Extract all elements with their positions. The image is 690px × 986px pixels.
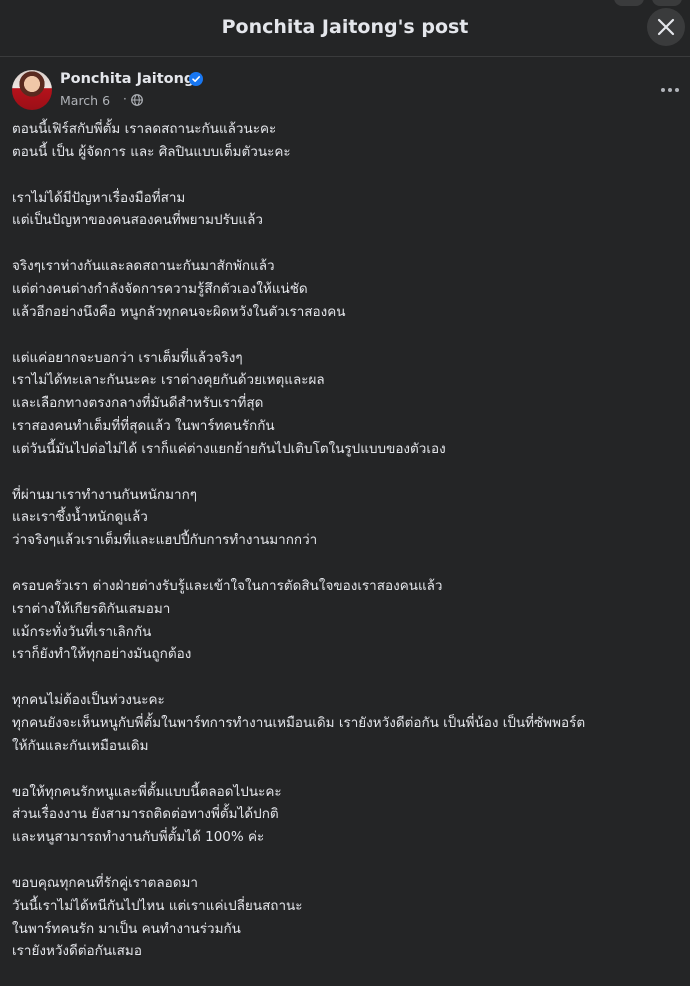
post-paragraph: ทุกคนไม่ต้องเป็นห่วงนะคะทุกคนยังจะเห็นหน…: [12, 689, 678, 757]
post-text-line: แล้วอีกอย่างนึงคือ หนูกลัวทุกคนจะผิดหวัง…: [12, 303, 346, 320]
post-paragraph: จริงๆเราห่างกันและลดสถานะกันมาสักพักแล้ว…: [12, 255, 678, 323]
post-paragraph: ขอบคุณทุกคนที่รักคู่เราตลอดมาวันนี้เราไม…: [12, 872, 678, 963]
post-text-line: เราไม่ได้มีปัญหาเรื่องมือที่สาม: [12, 189, 186, 206]
post-body: ตอนนี้เฟิร์สกับพี่ตั้ม เราลดสถานะกันแล้ว…: [12, 118, 678, 986]
post-text-line: ที่ผ่านมาเราทำงานกันหนักมากๆ: [12, 486, 198, 503]
post-text-line: เรายังหวังดีต่อกันเสมอ: [12, 943, 142, 960]
post-text-line: เราไม่ได้ทะเลาะกันนะคะ เราต่างคุยกันด้วย…: [12, 372, 325, 389]
post-text-line: แต่แค่อยากจะบอกว่า เราเต็มที่แล้วจริงๆ: [12, 349, 243, 366]
post-text-line: และเลือกทางตรงกลางที่มันดีสำหรับเราที่สุ…: [12, 395, 264, 412]
post-text-line: แต่เป็นปัญหาของคนสองคนที่พยามปรับแล้ว: [12, 212, 263, 229]
messenger-button-stub[interactable]: [614, 0, 644, 6]
close-button[interactable]: [647, 8, 685, 46]
post-text-line: ให้กันและกันเหมือนเดิม: [12, 737, 149, 754]
post-paragraph: แต่แค่อยากจะบอกว่า เราเต็มที่แล้วจริงๆเร…: [12, 347, 678, 461]
modal-header: Ponchita Jaitong's post: [0, 0, 690, 57]
post-paragraph: ครอบครัวเรา ต่างฝ่ายต่างรับรู้และเข้าใจใ…: [12, 575, 678, 666]
post-paragraph: ที่ผ่านมาเราทำงานกันหนักมากๆและเราซึ้งน้…: [12, 484, 678, 552]
post-text-line: ทุกคนยังจะเห็นหนูกับพี่ตั้มในพาร์ทการทำง…: [12, 714, 586, 731]
post-text-line: เราต่างให้เกียรติกันเสมอมา: [12, 600, 171, 617]
modal-title: Ponchita Jaitong's post: [221, 16, 469, 38]
post-text-line: ครอบครัวเรา ต่างฝ่ายต่างรับรู้และเข้าใจใ…: [12, 577, 443, 594]
avatar[interactable]: [12, 70, 52, 110]
verified-badge-icon: [189, 72, 203, 86]
post-text-line: วันนี้เราไม่ได้หนีกันไปไหน แต่เราแค่เปลี…: [12, 897, 303, 914]
post-text-line: ในพาร์ทคนรัก มาเป็น คนทำงานร่วมกัน: [12, 920, 241, 937]
date-separator: ·: [123, 92, 127, 106]
more-options-button[interactable]: [661, 82, 681, 98]
author-name[interactable]: Ponchita Jaitong: [60, 71, 194, 87]
post-text-line: ว่าจริงๆแล้วเราเต็มที่และแฮปปี้กับการทำง…: [12, 532, 318, 549]
post-text-line: ขอบคุณทุกคนที่รักคู่เราตลอดมา: [12, 874, 198, 891]
notification-button-stub[interactable]: [652, 0, 682, 6]
post-text-line: ขอให้ทุกคนรักหนูและพี่ตั้มแบบนี้ตลอดไปนะ…: [12, 783, 282, 800]
post-paragraph: ขอให้ทุกคนรักหนูและพี่ตั้มแบบนี้ตลอดไปนะ…: [12, 781, 678, 849]
post-text-line: ส่วนเรื่องงาน ยังสามารถติดต่อทางพี่ตั้มไ…: [12, 806, 279, 823]
post-paragraph: ตอนนี้เฟิร์สกับพี่ตั้ม เราลดสถานะกันแล้ว…: [12, 118, 678, 164]
post-text-line: แต่วันนี้มันไปต่อไม่ได้ เราก็แค่ต่างแยกย…: [12, 440, 446, 457]
post-text-line: ตอนนี้ เป็น ผู้จัดการ และ ศิลปินแบบเต็มต…: [12, 143, 291, 160]
post-text-line: แต่ต่างคนต่างกำลังจัดการความรู้สึกตัวเอง…: [12, 280, 308, 297]
post-text-line: และหนูสามารถทำงานกับพี่ตั้มได้ 100% ค่ะ: [12, 829, 265, 846]
close-icon: [657, 18, 675, 36]
post-paragraph: เราไม่ได้มีปัญหาเรื่องมือที่สามแต่เป็นปั…: [12, 187, 678, 233]
post-text-line: จริงๆเราห่างกันและลดสถานะกันมาสักพักแล้ว: [12, 258, 275, 275]
post-text-line: เราก็ยังทำให้ทุกอย่างมันถูกต้อง: [12, 646, 192, 663]
post-header: Ponchita Jaitong March 6 ·: [12, 70, 681, 112]
post-text-line: และเราซึ้งน้ำหนักดูแล้ว: [12, 509, 148, 526]
post-text-line: เราสองคนทำเต็มที่ที่สุดแล้ว ในพาร์ทคนรัก…: [12, 417, 275, 434]
globe-icon[interactable]: [131, 94, 143, 106]
post-text-line: ตอนนี้เฟิร์สกับพี่ตั้ม เราลดสถานะกันแล้ว…: [12, 121, 277, 137]
post-text-line: ทุกคนไม่ต้องเป็นห่วงนะคะ: [12, 692, 165, 709]
post-timestamp[interactable]: March 6: [60, 93, 110, 108]
post-text-line: แม้กระทั่งวันที่เราเลิกกัน: [12, 623, 152, 640]
